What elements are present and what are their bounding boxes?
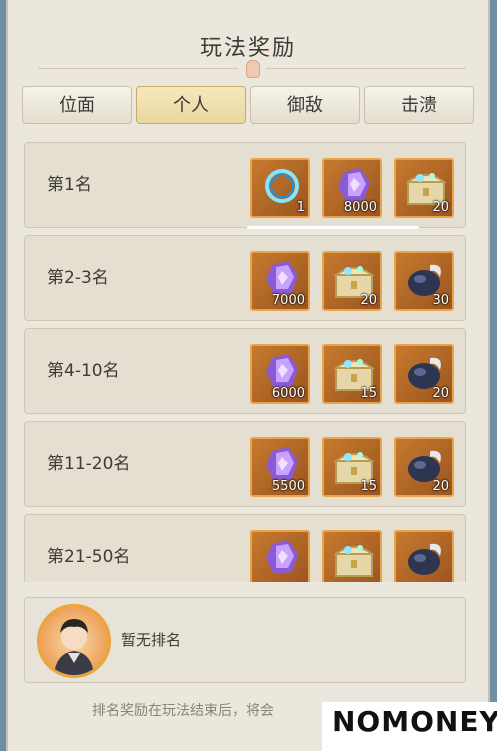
- item-quantity: 8000: [343, 200, 377, 215]
- reward-item[interactable]: 7000: [250, 251, 310, 311]
- reward-row: 第2-3名 7000 20 30: [24, 235, 466, 321]
- my-rank-status: 暂无排名: [121, 631, 182, 649]
- reward-row: 第11-20名 5500 15 20: [24, 421, 466, 507]
- avatar[interactable]: [37, 604, 111, 678]
- item-quantity: 15: [360, 479, 377, 494]
- title-ornament-icon: [246, 60, 260, 78]
- item-quantity: 1: [296, 200, 305, 215]
- item-quantity: 6000: [271, 386, 305, 401]
- item-quantity: 7000: [271, 293, 305, 308]
- rank-label: 第21-50名: [47, 547, 131, 567]
- footer-note: 排名奖励在玩法结束后，将会: [92, 703, 274, 719]
- reward-item[interactable]: 1: [250, 158, 310, 218]
- reward-item[interactable]: 15: [322, 437, 382, 497]
- reward-row: 第4-10名 6000 15 20: [24, 328, 466, 414]
- reward-item[interactable]: 20: [394, 344, 454, 404]
- dark-orb-icon: [408, 543, 441, 575]
- rank-label: 第2-3名: [47, 268, 109, 288]
- reward-item[interactable]: [250, 530, 310, 582]
- item-quantity: 20: [360, 293, 377, 308]
- reward-item[interactable]: 20: [394, 158, 454, 218]
- reward-item[interactable]: 8000: [322, 158, 382, 218]
- item-quantity: 20: [432, 200, 449, 215]
- reward-item[interactable]: [322, 530, 382, 582]
- reward-row: 第1名 1 8000 20: [24, 142, 466, 229]
- dialog-title: 玩法奖励: [199, 36, 296, 61]
- reward-item[interactable]: 15: [322, 344, 382, 404]
- reward-list[interactable]: 第1名 1 8000 20 第2-3名 7000 20 30 第4-10名 60…: [24, 140, 468, 582]
- my-rank-row: 暂无排名: [24, 597, 466, 683]
- watermark-logo: NOMONEY: [322, 702, 497, 751]
- item-quantity: 20: [432, 479, 449, 494]
- rank-label: 第11-20名: [47, 454, 131, 474]
- rank-label: 第1名: [47, 175, 92, 195]
- watermark-text: NOMONEY: [332, 705, 497, 738]
- item-quantity: 15: [360, 386, 377, 401]
- selection-underline: [247, 226, 419, 229]
- reward-item[interactable]: 6000: [250, 344, 310, 404]
- purple-crystal-icon: [266, 540, 298, 574]
- item-quantity: 5500: [271, 479, 305, 494]
- tab-plane[interactable]: 位面: [22, 86, 132, 124]
- reward-item[interactable]: 30: [394, 251, 454, 311]
- reward-item[interactable]: 5500: [250, 437, 310, 497]
- tab-defend[interactable]: 御敌: [250, 86, 360, 124]
- tab-bar: 位面 个人 御敌 击溃: [22, 86, 480, 126]
- character-portrait-icon: [54, 619, 94, 675]
- rank-label: 第4-10名: [47, 361, 120, 381]
- item-quantity: 20: [432, 386, 449, 401]
- tab-personal[interactable]: 个人: [136, 86, 246, 124]
- item-quantity: 30: [432, 293, 449, 308]
- treasure-chest-icon: [333, 545, 375, 577]
- title-divider-left: [38, 68, 238, 69]
- title-divider-right: [266, 68, 466, 69]
- reward-item[interactable]: 20: [394, 437, 454, 497]
- reward-item[interactable]: 20: [322, 251, 382, 311]
- tab-rout[interactable]: 击溃: [364, 86, 474, 124]
- reward-item[interactable]: [394, 530, 454, 582]
- reward-row: 第21-50名: [24, 514, 466, 582]
